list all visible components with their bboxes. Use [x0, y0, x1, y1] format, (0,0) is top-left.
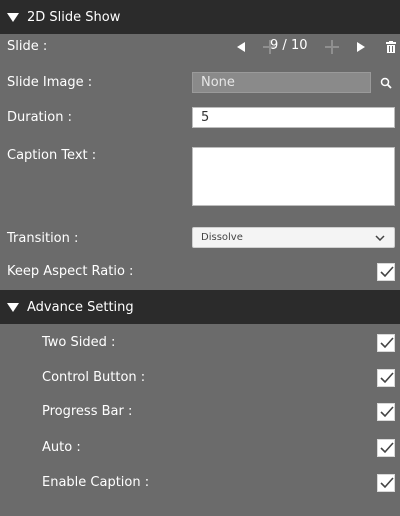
section-header-advanced[interactable]: Advance Setting — [0, 290, 400, 324]
caption-textarea[interactable] — [192, 147, 395, 206]
duration-label: Duration : — [7, 110, 72, 125]
slide-total: 10 — [290, 38, 308, 53]
slide-image-field[interactable]: None — [192, 72, 371, 93]
browse-image-button[interactable] — [378, 75, 394, 91]
two-sided-label: Two Sided : — [42, 335, 116, 350]
slide-separator: / — [282, 38, 287, 53]
section-title: Advance Setting — [27, 299, 134, 315]
chevron-down-icon — [375, 235, 385, 241]
prev-slide-button[interactable] — [236, 41, 246, 53]
keep-aspect-label: Keep Aspect Ratio : — [7, 264, 134, 279]
duration-input[interactable]: 5 — [192, 107, 395, 128]
slide-current: 9 — [270, 38, 279, 53]
checkmark-icon — [380, 372, 394, 384]
delete-slide-button[interactable] — [385, 40, 397, 53]
slide-image-label: Slide Image : — [7, 75, 93, 90]
keep-aspect-checkbox[interactable] — [377, 263, 395, 281]
slide-label: Slide : — [7, 39, 48, 54]
slide-image-value: None — [201, 75, 235, 90]
auto-label: Auto : — [42, 440, 81, 455]
search-icon — [380, 77, 392, 89]
control-button-label: Control Button : — [42, 370, 146, 385]
checkmark-icon — [380, 406, 394, 418]
caption-label: Caption Text : — [7, 148, 97, 163]
next-slide-button[interactable] — [356, 41, 366, 53]
arrow-right-icon — [357, 42, 365, 52]
section-header-slideshow[interactable]: 2D Slide Show — [0, 0, 400, 34]
transition-label: Transition : — [7, 231, 79, 246]
transition-select[interactable]: Dissolve — [192, 227, 395, 248]
checkmark-icon — [380, 442, 394, 454]
auto-checkbox[interactable] — [377, 439, 395, 457]
arrow-left-icon — [237, 42, 245, 52]
duration-value: 5 — [201, 110, 210, 125]
checkmark-icon — [380, 337, 394, 349]
triangle-down-icon — [7, 12, 19, 22]
enable-caption-checkbox[interactable] — [377, 474, 395, 492]
slide-pager: 9 / 10 — [270, 38, 308, 53]
plus-icon — [325, 40, 339, 54]
section-title: 2D Slide Show — [27, 9, 121, 25]
add-slide-right-button[interactable] — [325, 40, 339, 54]
control-button-checkbox[interactable] — [377, 369, 395, 387]
trash-icon — [386, 40, 396, 53]
two-sided-checkbox[interactable] — [377, 334, 395, 352]
progress-bar-checkbox[interactable] — [377, 403, 395, 421]
transition-value: Dissolve — [201, 232, 243, 243]
checkmark-icon — [380, 266, 394, 278]
triangle-down-icon — [7, 302, 19, 312]
enable-caption-label: Enable Caption : — [42, 475, 150, 490]
checkmark-icon — [380, 477, 394, 489]
progress-bar-label: Progress Bar : — [42, 404, 133, 419]
